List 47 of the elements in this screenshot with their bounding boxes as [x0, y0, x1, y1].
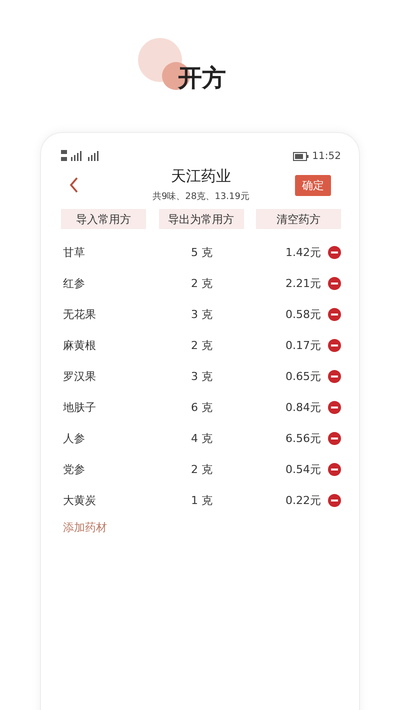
status-time: 11:52 — [312, 150, 341, 162]
herb-amount: 1 克 — [191, 493, 214, 508]
remove-icon[interactable] — [328, 308, 341, 321]
herb-amount: 2 克 — [191, 462, 214, 477]
herb-price: 1.42元 — [284, 245, 321, 260]
herb-name: 大黄炭 — [63, 493, 97, 508]
herb-name: 甘草 — [63, 245, 86, 260]
herb-name: 无花果 — [63, 307, 97, 322]
herb-amount: 6 克 — [191, 400, 214, 415]
remove-icon[interactable] — [328, 370, 341, 383]
remove-icon[interactable] — [328, 277, 341, 290]
remove-icon[interactable] — [328, 494, 341, 507]
herb-name: 罗汉果 — [63, 369, 97, 384]
summary-text: 共9味、28克、13.19元 — [152, 190, 250, 203]
herb-amount: 3 克 — [191, 307, 214, 322]
confirm-button[interactable]: 确定 — [294, 174, 331, 196]
herb-amount: 2 克 — [191, 276, 214, 291]
action-button[interactable]: 导出为常用方 — [158, 209, 244, 229]
remove-icon[interactable] — [328, 246, 341, 259]
herb-name: 麻黄根 — [63, 338, 97, 353]
action-button[interactable]: 导入常用方 — [61, 209, 146, 229]
herb-price: 0.17元 — [284, 338, 321, 353]
herb-amount: 5 克 — [191, 245, 214, 260]
add-herb-link[interactable]: 添加药材 — [63, 520, 107, 535]
herb-price: 0.58元 — [284, 307, 321, 322]
remove-icon[interactable] — [328, 401, 341, 414]
page-title: 天江药业 — [170, 167, 231, 186]
herb-price: 6.56元 — [284, 431, 321, 446]
battery-icon — [293, 152, 310, 160]
headline: 开方 — [178, 62, 226, 94]
herb-price: 0.22元 — [284, 493, 321, 508]
back-icon[interactable] — [69, 177, 79, 193]
herb-price: 0.84元 — [284, 400, 321, 415]
herb-name: 地肤子 — [63, 400, 97, 415]
action-button[interactable]: 清空药方 — [256, 209, 341, 229]
herb-name: 人参 — [63, 431, 86, 446]
herb-price: 0.65元 — [284, 369, 321, 384]
remove-icon[interactable] — [328, 339, 341, 352]
remove-icon[interactable] — [328, 432, 341, 445]
herb-name: 红参 — [63, 276, 86, 291]
herb-amount: 4 克 — [191, 431, 214, 446]
remove-icon[interactable] — [328, 463, 341, 476]
herb-price: 0.54元 — [284, 462, 321, 477]
herb-amount: 3 克 — [191, 369, 214, 384]
herb-price: 2.21元 — [284, 276, 321, 291]
herb-name: 党参 — [63, 462, 86, 477]
herb-amount: 2 克 — [191, 338, 214, 353]
